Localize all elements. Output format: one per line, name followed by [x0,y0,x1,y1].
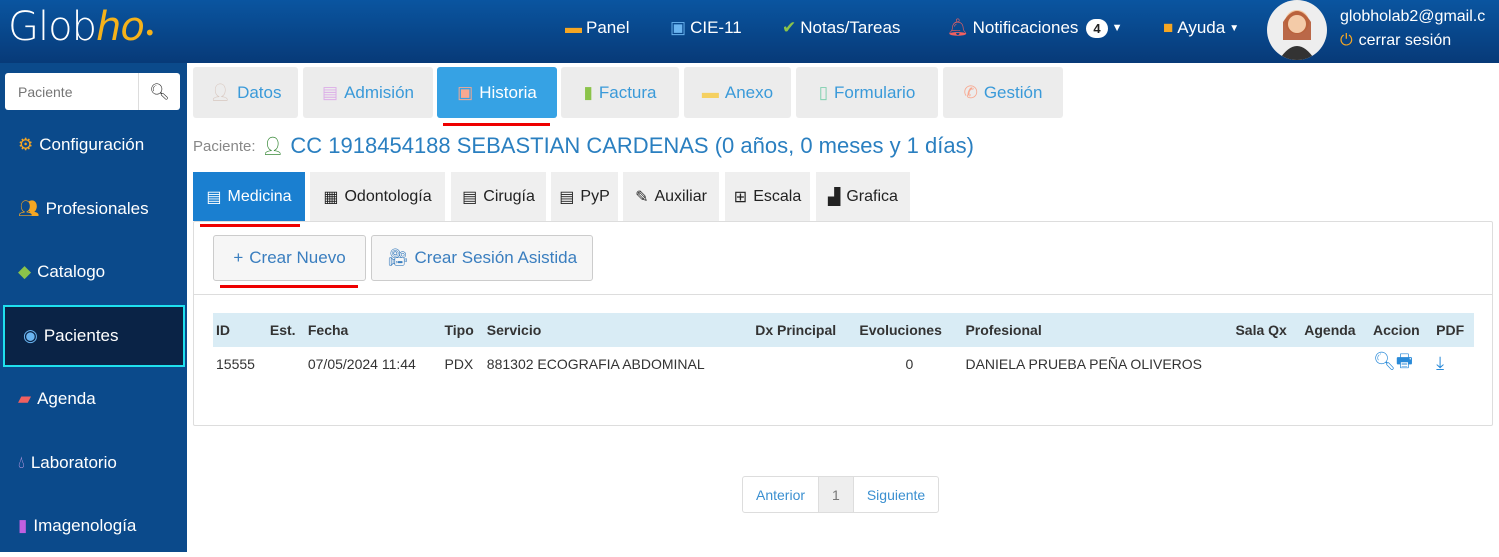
phone-icon: ✆ [963,82,978,102]
tag-icon: ◆ [18,262,32,281]
page-1-button[interactable]: 1 [819,477,854,512]
sidebar-item-imagenologia[interactable]: ▮ Imagenología [0,495,187,557]
tab-factura[interactable]: ▮ Factura [561,67,679,118]
grid-outline-icon: ⊞ [733,188,748,206]
subtab-grafica[interactable]: ▟ Grafica [816,172,910,221]
notification-badge: 4 [1086,18,1108,38]
nav-ayuda[interactable]: ■ Ayuda ▼ [1163,18,1239,38]
history-panel: + Crear Nuevo 🎥︎ Crear Sesión Asistida ID E… [193,221,1493,426]
patient-search: 🔍︎ [5,73,180,110]
video-camera-icon: 🎥︎ [386,248,409,267]
caret-down-icon: ▼ [1229,22,1240,34]
table-row[interactable]: 15555 07/05/2024 11:44 PDX 881302 ECOGRAFIA… [213,347,1474,380]
patient-header: Paciente: 👤︎ CC 1918454188 SEBASTIAN CARDE… [193,133,974,158]
folder-icon: ▬ [701,82,719,102]
list-icon: ▤ [206,188,222,206]
users-icon: 👥︎ [18,199,40,218]
tab-gestion[interactable]: ✆ Gestión [943,67,1063,118]
file-icon: ▮ [18,516,28,535]
plus-icon: + [233,248,244,267]
sidebar-item-laboratorio[interactable]: 💧︎ Laboratorio [0,432,187,494]
nav-notas[interactable]: ✔ Notas/Tareas [782,18,900,38]
file-icon: ▮ [583,82,593,102]
sidebar-item-profesionales[interactable]: 👥︎ Profesionales [0,178,187,240]
sidebar: 🔍︎ ⚙Configuración 👥︎Profesionales ◆Catal… [0,63,187,552]
avatar[interactable] [1267,0,1327,60]
nav-panel[interactable]: ▬ Panel [565,18,629,38]
patient-search-input[interactable] [5,73,139,110]
tab-historia[interactable]: ▣ Historia [437,67,557,118]
list-icon: ▤ [462,188,478,206]
grid-icon: ▦ [323,188,339,206]
power-icon: ⏻ [1340,32,1353,49]
subtab-medicina[interactable]: ▤ Medicina [193,172,305,221]
subtab-cirugia[interactable]: ▤ Cirugía [451,172,546,221]
form-icon: ▯ [818,82,829,102]
sidebar-item-agenda[interactable]: ▰ Agenda [0,368,187,430]
gear-icon: ⚙ [18,135,34,154]
tab-formulario[interactable]: ▯ Formulario [796,67,938,118]
clipboard-medical-icon: ▣ [457,82,474,102]
history-table: ID Est. Fecha Tipo Servicio Dx Principal Evolu… [213,313,1474,380]
monitor-icon: ▬ [565,18,582,37]
check-circle-icon: ✔ [782,18,797,37]
user-email: globholab2@gmail.c [1340,8,1486,25]
nav-cie11[interactable]: ▣ CIE-11 [670,18,742,38]
next-page-button[interactable]: Siguiente [854,477,938,512]
subtab-odontologia[interactable]: ▦ Odontología [310,172,445,221]
drop-icon: 💧︎ [18,453,25,472]
search-icon[interactable]: 🔍︎ [1373,351,1396,371]
nav-notificaciones[interactable]: 🔔︎ Notificaciones 4 ▼ [947,18,1123,38]
download-icon[interactable]: ⤓ [1436,353,1444,373]
table-header-row: ID Est. Fecha Tipo Servicio Dx Principal Evolu… [213,313,1474,347]
caret-down-icon: ▼ [1111,22,1123,34]
create-assisted-session-button[interactable]: 🎥︎ Crear Sesión Asistida [371,235,593,281]
subtab-auxiliar[interactable]: ✎ Auxiliar [623,172,719,221]
divider [194,294,1492,295]
subtab-pyp[interactable]: ▤ PyP [551,172,618,221]
tab-anexo[interactable]: ▬ Anexo [684,67,791,118]
tab-admision[interactable]: ▤ Admisión [303,67,433,118]
annotation-underline [443,123,550,126]
subtab-escala[interactable]: ⊞ Escala [725,172,810,221]
top-header: Globho• ▬ Panel ▣ CIE-11 ✔ Notas/Tareas 🔔︎ N… [0,0,1499,63]
tab-datos[interactable]: 👤︎ Datos [193,67,298,118]
bell-icon: 🔔︎ [947,18,969,37]
user-circle-icon: ◉ [23,326,38,345]
annotation-underline [220,285,358,288]
search-icon[interactable]: 🔍︎ [139,73,180,110]
list-icon: ▤ [559,188,575,206]
sidebar-item-configuracion[interactable]: ⚙ Configuración [0,114,187,176]
logout-link[interactable]: ⏻ cerrar sesión [1340,32,1451,50]
user-icon: 👤︎ [209,82,232,102]
prev-page-button[interactable]: Anterior [743,477,820,512]
comment-icon: ■ [1163,18,1174,37]
wallet-icon: ▰ [18,389,32,408]
bar-chart-icon: ▟ [828,188,841,206]
create-new-button[interactable]: + Crear Nuevo [213,235,366,281]
sidebar-item-pacientes[interactable]: ◉ Pacientes [3,305,185,367]
user-icon: 👤︎ [261,135,285,156]
logo[interactable]: Globho• [8,4,156,50]
edit-icon: ✎ [635,188,649,206]
clipboard-check-icon: ▤ [322,82,339,102]
cie-icon: ▣ [670,18,687,37]
print-icon[interactable]: 🖶 [1396,351,1413,371]
pagination: Anterior 1 Siguiente [742,476,940,513]
sidebar-item-catalogo[interactable]: ◆ Catalogo [0,241,187,303]
